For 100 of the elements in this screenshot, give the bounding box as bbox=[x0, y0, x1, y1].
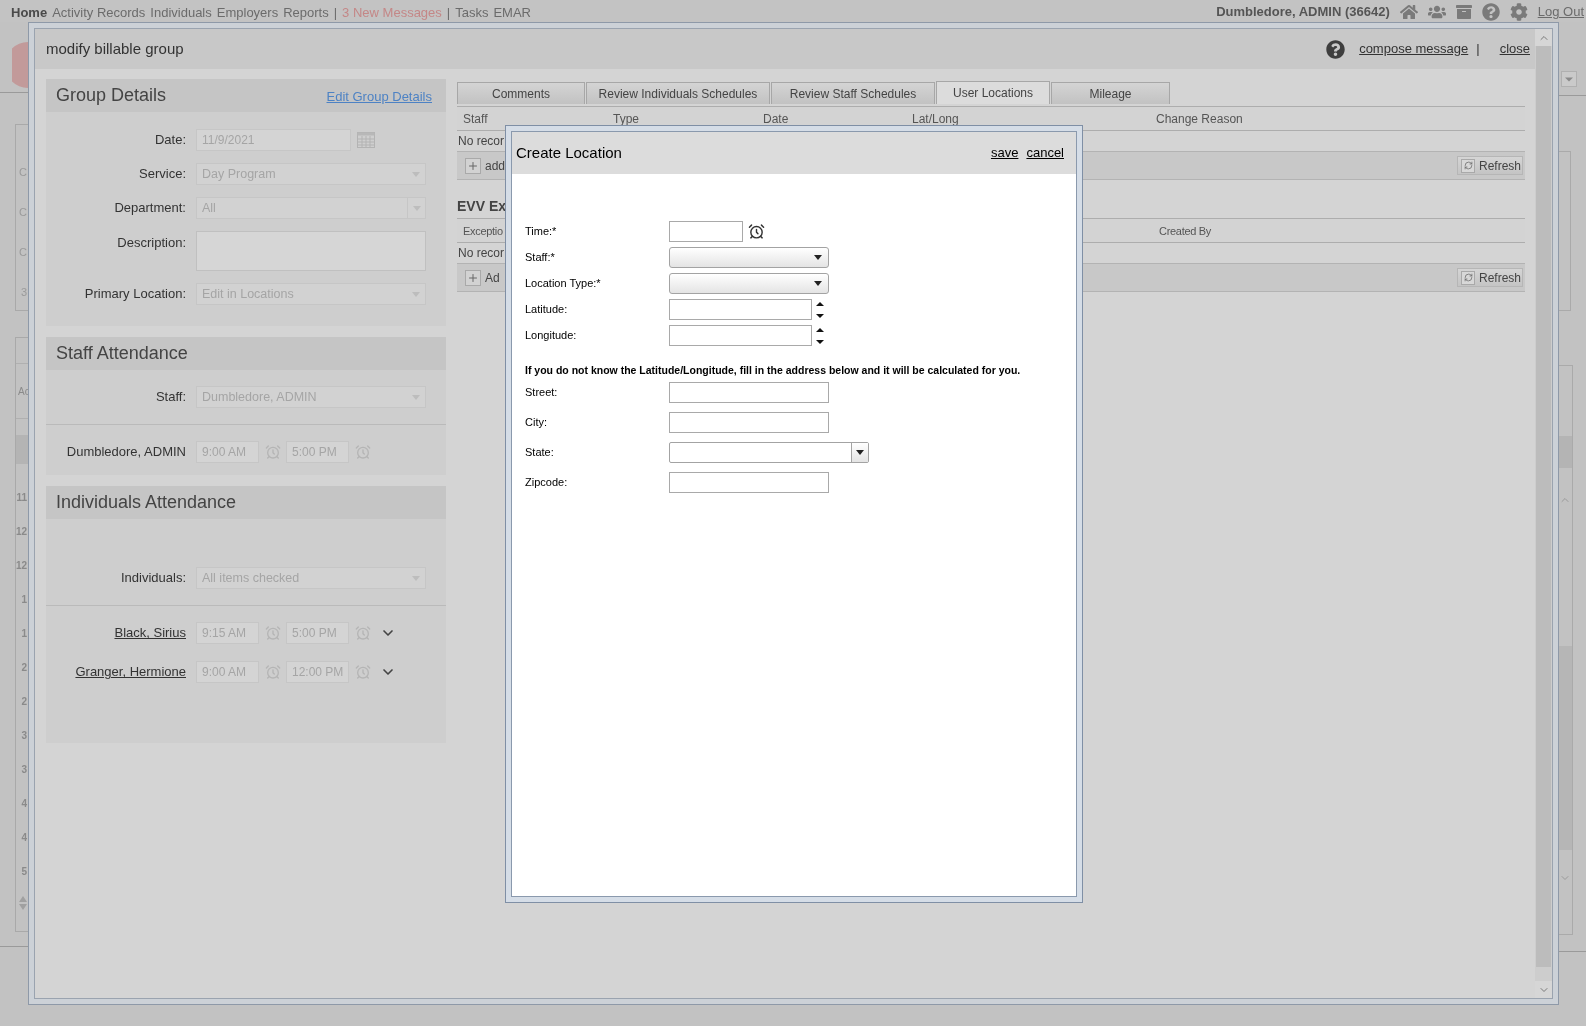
scrollbar-track[interactable] bbox=[1535, 29, 1552, 998]
logout-link[interactable]: Log Out bbox=[1537, 4, 1584, 20]
refresh-icon bbox=[1461, 158, 1475, 173]
column-header: Change Reason bbox=[1156, 111, 1243, 126]
background-text: 12 bbox=[15, 524, 27, 539]
tab[interactable]: Review Staff Schedules bbox=[771, 82, 935, 104]
refresh-button[interactable]: Refresh bbox=[1457, 156, 1523, 175]
user-name: Dumbledore, ADMIN (36642) bbox=[1216, 4, 1390, 20]
empty-table-message: No recor bbox=[458, 245, 504, 262]
settings-icon[interactable] bbox=[1509, 3, 1528, 21]
field-label: Latitude: bbox=[525, 303, 568, 316]
field-label: Department: bbox=[114, 200, 186, 216]
plus-icon bbox=[465, 157, 481, 174]
tab[interactable]: Mileage bbox=[1051, 82, 1170, 104]
background-text: 2 bbox=[21, 694, 27, 709]
number-field[interactable] bbox=[669, 325, 812, 346]
field-label: Individuals: bbox=[120, 570, 186, 586]
compose-message-link[interactable]: compose message bbox=[1359, 39, 1469, 59]
nav-link[interactable]: Reports bbox=[283, 5, 329, 21]
background-text: 12 bbox=[15, 558, 27, 573]
tab[interactable]: Review Individuals Schedules bbox=[586, 82, 770, 104]
sort-arrows-icon bbox=[19, 896, 27, 910]
background-text: 5 bbox=[21, 864, 27, 879]
alarm-clock-icon[interactable] bbox=[748, 223, 765, 240]
section-title: Individuals Attendance bbox=[56, 491, 237, 514]
number-field[interactable] bbox=[669, 299, 812, 320]
add-button[interactable]: add bbox=[465, 156, 506, 175]
field-label: City: bbox=[525, 416, 547, 429]
home-icon[interactable] bbox=[1399, 3, 1418, 21]
field-label: Staff:* bbox=[525, 251, 555, 264]
dropdown-field[interactable] bbox=[669, 273, 829, 294]
help-icon[interactable] bbox=[1326, 39, 1346, 59]
refresh-button[interactable]: Refresh bbox=[1457, 268, 1523, 287]
nav-link[interactable]: Employers bbox=[216, 5, 279, 21]
background-text: 3 bbox=[21, 762, 27, 777]
column-header: Exceptio bbox=[463, 223, 503, 238]
field-label: Location Type:* bbox=[525, 277, 601, 290]
nav-separator: | bbox=[333, 5, 338, 21]
messages-link[interactable]: 3 New Messages bbox=[342, 5, 442, 21]
background-text: 1 bbox=[21, 626, 27, 641]
nav-link[interactable]: Activity Records bbox=[52, 5, 146, 21]
field-label: Street: bbox=[525, 386, 558, 399]
field-label: Primary Location: bbox=[84, 286, 186, 302]
individual-link[interactable]: Granger, Hermione bbox=[75, 662, 186, 682]
add-button[interactable]: Ad bbox=[465, 268, 500, 287]
field-label: Time:* bbox=[525, 225, 557, 238]
field-label: State: bbox=[525, 446, 554, 459]
background-text: 2 bbox=[21, 660, 27, 675]
edit-group-details-link[interactable]: Edit Group Details bbox=[326, 86, 432, 107]
section-heading: EVV Ex bbox=[457, 197, 507, 215]
time-field[interactable] bbox=[669, 221, 743, 242]
tab[interactable]: Comments bbox=[457, 82, 585, 104]
column-header: Date bbox=[763, 111, 789, 126]
text-field[interactable] bbox=[669, 472, 829, 493]
section-title: Staff Attendance bbox=[56, 342, 188, 365]
text-field[interactable] bbox=[669, 382, 829, 403]
column-header: Staff bbox=[463, 111, 488, 126]
dropdown-field[interactable] bbox=[669, 247, 829, 268]
staff-name: Dumbledore, ADMIN bbox=[66, 443, 186, 462]
modal-title: modify billable group bbox=[46, 38, 184, 59]
caret-icon bbox=[814, 255, 822, 260]
nav-link[interactable]: Tasks bbox=[455, 5, 489, 21]
text-field[interactable] bbox=[669, 412, 829, 433]
background-text: 4 bbox=[21, 830, 27, 845]
tab[interactable]: User Locations bbox=[936, 81, 1050, 104]
section-title: Group Details bbox=[56, 84, 167, 107]
field-label: Service: bbox=[139, 166, 186, 182]
field-label: Description: bbox=[117, 235, 186, 251]
caret-icon bbox=[814, 281, 822, 286]
spinner-arrows-icon[interactable] bbox=[816, 300, 824, 319]
scrollbar-thumb[interactable] bbox=[1536, 46, 1551, 967]
archive-icon[interactable] bbox=[1455, 4, 1472, 20]
nav-separator: | bbox=[446, 5, 451, 21]
spinner-arrows-icon[interactable] bbox=[816, 326, 824, 345]
calendar-icon[interactable] bbox=[357, 132, 375, 148]
individual-link[interactable]: Black, Sirius bbox=[114, 623, 186, 643]
round-logo-icon bbox=[12, 42, 28, 88]
people-icon[interactable] bbox=[1427, 3, 1446, 21]
scroll-up-button[interactable] bbox=[1535, 29, 1552, 46]
background-text: 11 bbox=[16, 490, 27, 505]
dialog-action-link[interactable]: cancel bbox=[1026, 143, 1064, 163]
dialog-action-link[interactable]: save bbox=[990, 143, 1019, 163]
caret-icon bbox=[856, 450, 864, 455]
background-text: 3 bbox=[21, 728, 27, 743]
close-link[interactable]: close bbox=[1499, 39, 1530, 59]
plus-icon bbox=[465, 269, 481, 286]
dropdown-field[interactable] bbox=[669, 442, 869, 463]
field-label: Zipcode: bbox=[525, 476, 568, 489]
field-label: Longitude: bbox=[525, 329, 577, 342]
address-hint-text: If you do not know the Latitude/Longitude, fill in the address below and it will be calculated for you. bbox=[525, 363, 1021, 377]
nav-link[interactable]: Individuals bbox=[150, 5, 212, 21]
scroll-down-button[interactable] bbox=[1535, 981, 1552, 998]
nav-link[interactable]: EMAR bbox=[493, 5, 531, 21]
link-separator: | bbox=[1476, 40, 1480, 59]
field-label: Staff: bbox=[155, 389, 186, 405]
background-text: 4 bbox=[21, 796, 27, 811]
column-header: Type bbox=[613, 111, 639, 126]
field-label: Date: bbox=[154, 132, 186, 148]
nav-link[interactable]: Home bbox=[11, 5, 48, 21]
column-header: Created By bbox=[1159, 223, 1212, 238]
